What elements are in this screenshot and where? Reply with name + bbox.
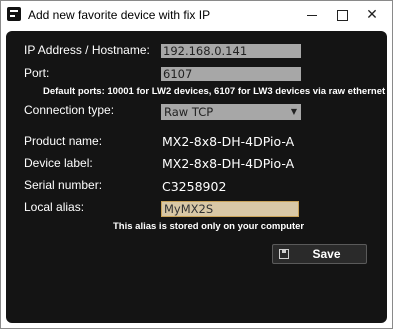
save-button[interactable]: Save <box>272 244 367 264</box>
port-note: Default ports: 10001 for LW2 devices, 61… <box>43 86 386 97</box>
port-label: Port: <box>24 66 50 80</box>
product-label: Product name: <box>24 134 103 148</box>
title-bar[interactable]: Add new favorite device with fix IP ✕ <box>1 1 392 29</box>
connection-type-value: Raw TCP <box>164 105 214 119</box>
alias-note: This alias is stored only on your comput… <box>113 221 305 232</box>
dialog-window: Add new favorite device with fix IP ✕ IP… <box>0 0 393 329</box>
chevron-down-icon: ▼ <box>290 107 297 116</box>
connection-label: Connection type: <box>24 103 115 117</box>
ip-input[interactable]: 192.168.0.141 <box>161 44 301 58</box>
connection-type-select[interactable]: Raw TCP ▼ <box>161 104 301 120</box>
close-icon: ✕ <box>366 7 378 23</box>
minimize-icon <box>307 14 317 16</box>
port-input[interactable]: 6107 <box>161 67 301 81</box>
device-label-value: MX2-8x8-DH-4DPio-A <box>162 156 295 171</box>
alias-input[interactable]: MyMX2S <box>161 201 299 217</box>
maximize-icon <box>336 9 348 21</box>
product-value: MX2-8x8-DH-4DPio-A <box>162 134 295 149</box>
device-label-label: Device label: <box>24 156 93 170</box>
close-button[interactable]: ✕ <box>353 1 391 29</box>
serial-label: Serial number: <box>24 178 103 192</box>
app-icon <box>7 7 21 21</box>
device-form-panel: IP Address / Hostname: 192.168.0.141 Por… <box>6 31 387 323</box>
alias-label: Local alias: <box>24 200 85 214</box>
window-title: Add new favorite device with fix IP <box>28 8 211 22</box>
serial-value: C3258902 <box>162 179 227 194</box>
save-button-label: Save <box>312 247 341 261</box>
ip-label: IP Address / Hostname: <box>24 43 150 57</box>
